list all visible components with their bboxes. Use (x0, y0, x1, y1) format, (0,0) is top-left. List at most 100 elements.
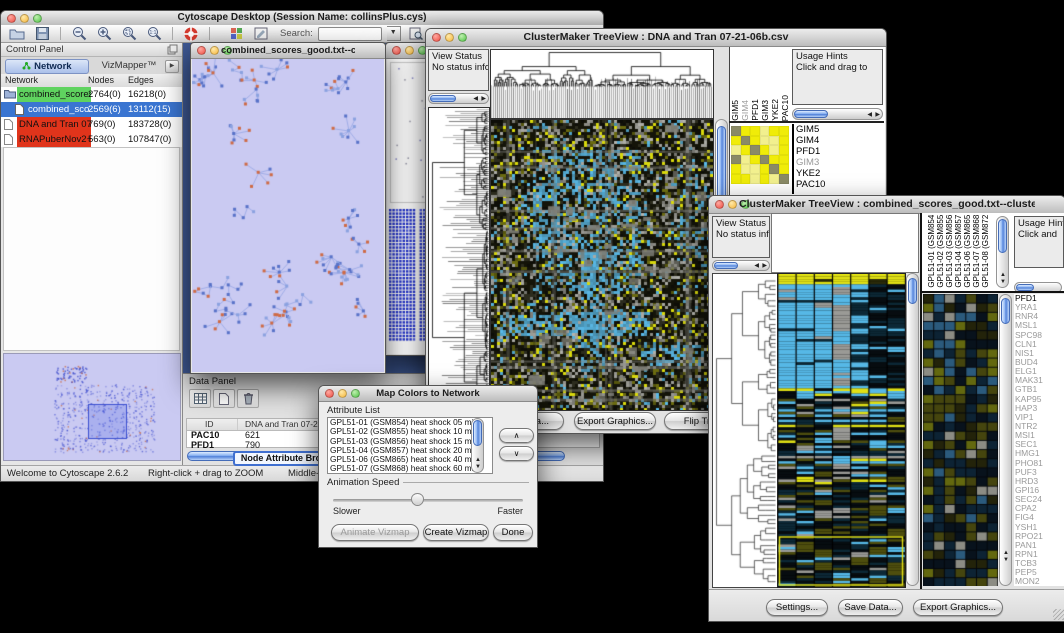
matrix-cell[interactable] (750, 174, 760, 184)
scroll-down-icon[interactable]: ▼ (1003, 557, 1009, 563)
matrix-cell[interactable] (779, 164, 789, 174)
labels-vscrollbar[interactable]: ▲ ▼ (996, 216, 1009, 288)
matrix-cell[interactable] (769, 164, 779, 174)
matrix-cell[interactable] (779, 155, 789, 165)
plugins-icon[interactable] (226, 26, 246, 41)
matrix-cell[interactable] (741, 155, 751, 165)
matrix-cell[interactable] (731, 155, 741, 165)
minimize-icon[interactable] (728, 200, 737, 209)
zoom-out-icon[interactable] (69, 26, 89, 41)
gene-label[interactable]: PAC10 (781, 95, 789, 121)
scroll-down-icon[interactable]: ▼ (1000, 279, 1006, 285)
treeview1-titlebar[interactable]: ClusterMaker TreeView : DNA and Tran 07-… (426, 29, 886, 47)
scroll-left-icon[interactable]: ◀ (754, 263, 759, 269)
export-graphics-button[interactable]: Export Graphics... (574, 412, 656, 430)
tab-overflow-arrow-icon[interactable]: ▶ (165, 60, 179, 73)
table-row[interactable]: RNAPuberNov2+ 563(0) 107847(0) (1, 132, 182, 147)
close-icon[interactable] (715, 200, 724, 209)
scroll-up-icon[interactable]: ▲ (1000, 272, 1006, 278)
matrix-cell[interactable] (779, 126, 789, 136)
export-graphics-button[interactable]: Export Graphics... (913, 599, 1003, 616)
speed-slider-thumb[interactable] (411, 493, 424, 506)
main-titlebar[interactable]: Cytoscape Desktop (Session Name: collins… (1, 11, 603, 26)
gene-label[interactable]: PFD1 (751, 99, 760, 121)
table-row[interactable]: DNA and Tran 07 769(0) 183728(0) (1, 117, 182, 132)
matrix-cell[interactable] (760, 126, 770, 136)
scrollbar-thumb[interactable] (1016, 284, 1034, 291)
matrix-cell[interactable] (779, 136, 789, 146)
matrix-cell[interactable] (731, 174, 741, 184)
minimize-icon[interactable] (210, 46, 219, 55)
attribute-list[interactable]: GPL51-01 (GSM854) heat shock 05 minGPL51… (327, 417, 493, 474)
column-label[interactable]: GPL51-04 (GSM857) (954, 215, 963, 288)
matrix-cell[interactable] (731, 164, 741, 174)
matrix-cell[interactable] (779, 145, 789, 155)
gene-list-item[interactable]: MON2 (1014, 577, 1064, 586)
gene-list-item[interactable]: PFD1 (794, 146, 885, 157)
scrollbar-thumb[interactable] (794, 110, 828, 118)
close-icon[interactable] (197, 46, 206, 55)
heatmap-canvas[interactable] (777, 273, 906, 588)
matrix-cell[interactable] (769, 136, 779, 146)
matrix-cell[interactable] (741, 136, 751, 146)
attribute-item[interactable]: GPL51-07 (GSM868) heat shock 60 min (328, 464, 492, 473)
create-vizmap-button[interactable]: Create Vizmap (423, 524, 489, 541)
gene-dendrogram-canvas[interactable] (428, 107, 490, 411)
save-icon[interactable] (32, 26, 52, 41)
gene-list-item[interactable]: GIM4 (794, 135, 885, 146)
scrollbar-thumb[interactable] (714, 262, 738, 269)
minimize-icon[interactable] (20, 14, 29, 23)
matrix-cell[interactable] (750, 155, 760, 165)
gene-label[interactable]: GIM5 (731, 100, 740, 121)
matrix-cell[interactable] (760, 145, 770, 155)
matrix-cell[interactable] (731, 126, 741, 136)
column-label[interactable]: GPL51-07 (GSM868) (972, 215, 981, 288)
matrix-cell[interactable] (769, 155, 779, 165)
advanced-search-icon[interactable] (406, 26, 426, 41)
matrix-cell[interactable] (741, 164, 751, 174)
new-attribute-icon[interactable] (213, 389, 235, 408)
zoom-vscrollbar[interactable]: ▲ ▼ (999, 294, 1012, 586)
matrix-cell[interactable] (731, 145, 741, 155)
attribute-list-scrollbar[interactable]: ▲ ▼ (471, 418, 484, 473)
matrix-cell[interactable] (750, 164, 760, 174)
zoomed-heatmap-canvas[interactable] (923, 294, 998, 586)
usage-hscrollbar[interactable]: ◀ ▶ (792, 108, 883, 120)
treeview2-titlebar[interactable]: ClusterMaker TreeView : combined_scores_… (709, 196, 1064, 214)
gene-dendrogram-canvas[interactable] (712, 273, 778, 588)
resize-grip[interactable] (1053, 609, 1064, 620)
save-data-button[interactable]: Save Data... (838, 599, 903, 616)
minimize-icon[interactable] (338, 389, 347, 398)
column-label[interactable]: GPL51-06 (GSM865) (963, 215, 972, 288)
scroll-right-icon[interactable]: ▶ (762, 263, 767, 269)
heatmap-canvas[interactable] (490, 119, 714, 411)
scrollbar-thumb[interactable] (1001, 298, 1010, 324)
zoom-selected-icon[interactable] (119, 26, 139, 41)
treeview1-hscrollbar[interactable]: ◀ ▶ (428, 93, 489, 104)
close-icon[interactable] (325, 389, 334, 398)
scroll-down-icon[interactable]: ▼ (475, 464, 481, 470)
minimize-icon[interactable] (445, 33, 454, 42)
gene-list-item[interactable]: GIM5 (794, 124, 885, 135)
settings-button[interactable]: Settings... (766, 599, 828, 616)
matrix-cell[interactable] (741, 126, 751, 136)
scrollbar-thumb[interactable] (998, 219, 1007, 253)
move-down-button[interactable]: ∨ (499, 446, 534, 461)
treeview2-hscrollbar[interactable]: ◀ ▶ (712, 260, 770, 271)
search-input[interactable] (318, 27, 382, 41)
column-label[interactable]: GPL51-08 (GSM872) (981, 215, 990, 288)
dialog-titlebar[interactable]: Map Colors to Network (319, 386, 537, 402)
close-icon[interactable] (7, 14, 16, 23)
annotations-icon[interactable] (251, 26, 271, 41)
matrix-cell[interactable] (741, 145, 751, 155)
scroll-right-icon[interactable]: ▶ (481, 96, 486, 102)
matrix-cell[interactable] (769, 126, 779, 136)
matrix-cell[interactable] (760, 174, 770, 184)
tab-network[interactable]: Network (5, 59, 89, 74)
tab-vizmapper[interactable]: VizMapper™ (93, 59, 165, 72)
scrollbar-thumb[interactable] (430, 95, 456, 102)
network-overview[interactable] (3, 353, 181, 461)
matrix-cell[interactable] (760, 136, 770, 146)
similarity-matrix[interactable] (731, 126, 789, 184)
array-dendrogram-canvas[interactable] (490, 49, 714, 119)
